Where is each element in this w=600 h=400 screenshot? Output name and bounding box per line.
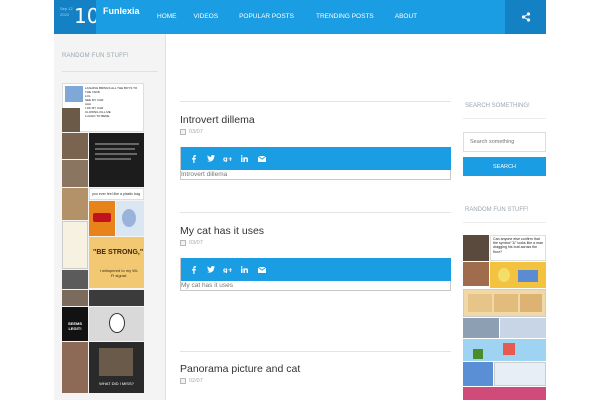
email-icon[interactable] [253,258,270,281]
thumb-seems-legit[interactable]: SEEMS LEGIT! [62,307,88,341]
post-excerpt: My cat has it uses [181,282,234,289]
date-logo[interactable]: Sep 12 2023 10 [54,0,96,34]
google-plus-icon[interactable]: g+ [219,258,236,281]
thumb-dark-text[interactable] [89,133,144,187]
nav-home[interactable]: HOME [157,0,177,34]
page: Sep 12 2023 10 Funlexia HOME VIDEOS POPU… [0,0,600,400]
facebook-icon[interactable] [185,258,202,281]
post-divider [180,212,451,213]
site-header: Sep 12 2023 10 Funlexia HOME VIDEOS POPU… [54,0,546,34]
r-thumb-photo-7[interactable] [463,387,546,400]
r-thumb-comic[interactable] [463,289,546,317]
linkedin-icon[interactable] [236,258,253,281]
thumb-what-did-i-miss-text: WHAT DID I MISS? [99,381,134,386]
svg-text:g+: g+ [223,155,232,162]
nav-about[interactable]: ABOUT [395,0,417,34]
sidebar-divider [62,71,158,72]
sidebar-title: RANDOM FUN STUFF! [62,53,129,59]
site-brand[interactable]: Funlexia [103,6,140,16]
search-button[interactable]: SEARCH [463,157,546,176]
post-date: 03/07 [180,240,203,246]
post-card: g+ Introvert dillema [180,147,451,180]
thumb-hamster[interactable] [62,188,88,220]
post-date: 02/07 [180,378,203,384]
left-sidebar: RANDOM FUN STUFF! LASHING BRINGS ALL THE… [54,34,166,400]
post-date: 03/07 [180,129,203,135]
r-thumb-photo-3[interactable] [463,318,499,338]
linkedin-icon[interactable] [236,147,253,170]
share-icon [521,12,530,22]
post-title[interactable]: My cat has it uses [180,225,264,237]
search-input[interactable] [463,132,546,152]
r-thumb-photo-5[interactable] [463,362,493,386]
thumb-photo-4[interactable] [62,290,88,306]
random-widget-title: RANDOM FUN STUFF! [465,207,529,213]
thumb-girl[interactable] [62,342,88,393]
post-date-text: 03/07 [189,129,203,135]
thumb-photo-3[interactable] [62,160,88,187]
r-thumb-ampersand[interactable]: Can anyone else confirm that the symbol … [490,235,546,261]
post-divider [180,351,451,352]
header-share-button[interactable] [505,0,546,34]
thumb-photo-2[interactable] [62,133,88,159]
thumb-street[interactable] [62,270,88,289]
thumb-seems-legit-text: SEEMS LEGIT! [67,321,82,331]
r-thumb-cartoon[interactable] [490,262,546,288]
thumb-cartoon[interactable] [116,201,144,236]
thumb-be-strong-text: "BE STRONG," [93,249,144,256]
calendar-icon [180,129,186,135]
thumb-be-strong[interactable]: "BE STRONG," I whispered to my Wi-Fi sig… [89,237,144,288]
thumb-comic[interactable] [62,221,88,269]
post-share-bar: g+ [181,258,451,281]
post-title[interactable]: Introvert dillema [180,114,255,126]
post-title[interactable]: Panorama picture and cat [180,363,300,375]
post-card: g+ My cat has it uses [180,258,451,291]
thumb-whispered-text: I whispered to my Wi-Fi signal: [99,268,139,278]
nav-popular-posts[interactable]: POPULAR POSTS [239,0,294,34]
logo-day: 10 [74,4,96,28]
facebook-icon[interactable] [185,147,202,170]
random-widget-divider [463,222,546,223]
r-thumb-photo-1[interactable] [463,235,489,261]
thumb-cheetos[interactable] [89,201,115,236]
r-thumb-ampersand-text: Can anyone else confirm that the symbol … [493,237,544,254]
google-plus-icon[interactable]: g+ [219,147,236,170]
r-thumb-photo-4[interactable] [500,318,546,338]
thumb-photo-5[interactable] [89,290,144,306]
thumb-plastic-bag[interactable]: you ever feel like a plastic bag [89,188,144,200]
r-thumb-photo-6[interactable] [494,362,546,386]
thumb-lasagna-text: LASHING BRINGS ALL THE BOYS TO THE YARD … [85,86,138,118]
main-nav: HOME VIDEOS POPULAR POSTS TRENDING POSTS… [146,0,417,34]
thumb-plastic-bag-text: you ever feel like a plastic bag [92,192,141,196]
post-share-bar: g+ [181,147,451,170]
post-divider [180,101,451,102]
calendar-icon [180,240,186,246]
search-widget-title: SEARCH SOMETHING! [465,103,530,109]
nav-videos[interactable]: VIDEOS [194,0,219,34]
logo-date: Sep 12 2023 [60,6,73,17]
thumb-what-did-i-miss[interactable]: WHAT DID I MISS? [89,342,144,393]
r-thumb-photo-2[interactable] [463,262,489,286]
svg-text:g+: g+ [223,266,232,273]
post-date-text: 03/07 [189,240,203,246]
email-icon[interactable] [253,147,270,170]
calendar-icon [180,378,186,384]
nav-trending-posts[interactable]: TRENDING POSTS [316,0,374,34]
r-thumb-game[interactable] [463,339,546,361]
thumb-photo-1[interactable] [62,108,80,132]
search-widget-divider [463,118,546,119]
twitter-icon[interactable] [202,147,219,170]
thumb-face-meme[interactable] [89,307,144,341]
twitter-icon[interactable] [202,258,219,281]
post-date-text: 02/07 [189,378,203,384]
post-excerpt: Introvert dillema [181,171,228,178]
